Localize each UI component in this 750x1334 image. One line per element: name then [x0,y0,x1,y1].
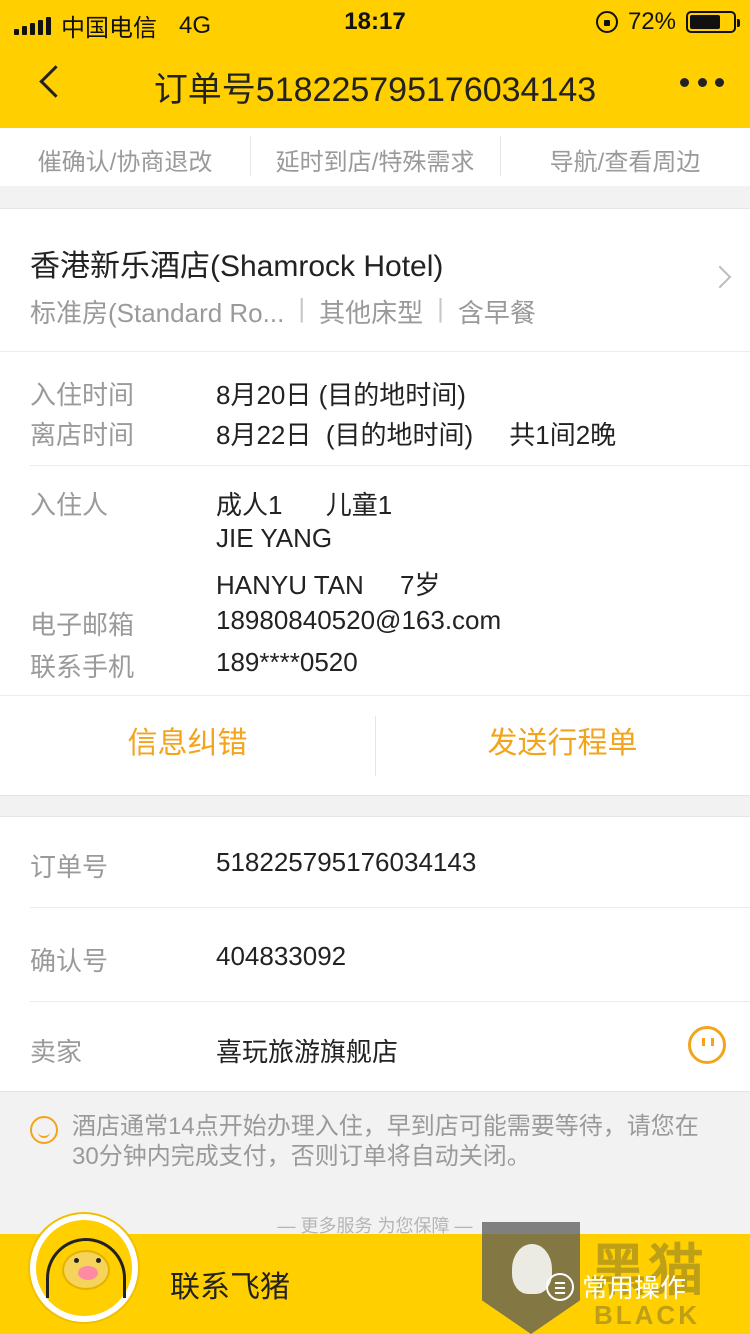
confirm-no-label: 确认号 [30,946,109,976]
divider [30,465,750,466]
send-itinerary-button[interactable]: 发送行程单 [375,718,750,762]
common-operations-label: 常用操作 [582,1273,687,1303]
room-description: 标准房(Standard Ro... | 其他床型 | 含早餐 [30,293,536,330]
chevron-right-icon [708,265,732,289]
hotel-card: 香港新乐酒店(Shamrock Hotel) 标准房(Standard Ro..… [0,208,750,796]
email-label: 电子邮箱 [30,610,135,640]
quick-actions: 催确认/协商退改 延时到店/特殊需求 导航/查看周边 [0,128,750,186]
separator: | [437,293,444,323]
guests-label: 入住人 [30,490,109,520]
correct-info-button[interactable]: 信息纠错 [0,718,375,762]
quick-action-special-request[interactable]: 延时到店/特殊需求 [250,142,500,177]
smile-icon [30,1116,58,1144]
common-operations-button[interactable]: 常用操作 [546,1268,686,1305]
more-dot-icon [680,77,689,87]
action-buttons: 信息纠错 发送行程单 [0,696,750,796]
status-right: 72% [595,8,740,36]
menu-icon [546,1272,574,1301]
header: 中国电信 4G 18:17 72% 订单号518225795176034143 [0,0,750,128]
guest-count: 成人1 儿童1 [216,490,393,520]
checkin-value: 8月20日 (目的地时间) [216,380,466,410]
pig-nose [78,1266,98,1280]
checkin-label: 入住时间 [30,380,135,410]
quick-action-navigation[interactable]: 导航/查看周边 [500,142,750,177]
seller-row[interactable]: 卖家 喜玩旅游旗舰店 [0,1002,750,1092]
checkout-label: 离店时间 [30,420,135,450]
quick-action-confirm[interactable]: 催确认/协商退改 [0,142,250,177]
more-dot-icon [697,77,707,87]
order-card: 订单号 518225795176034143 确认号 404833092 卖家 … [0,816,750,1092]
separator: | [298,293,306,323]
divider [30,907,750,908]
page-title: 订单号518225795176034143 [153,71,597,109]
contact-fliggy-button[interactable]: 联系飞猪 [170,1262,290,1306]
breakfast: 含早餐 [457,298,536,328]
guest-name-1: JIE YANG [216,523,333,553]
order-no-value: 518225795176034143 [216,847,477,877]
more-button[interactable] [680,72,724,92]
order-no-label: 订单号 [30,852,109,882]
nav-bar: 订单号518225795176034143 [0,40,750,128]
hotel-header[interactable]: 香港新乐酒店(Shamrock Hotel) 标准房(Standard Ro..… [0,209,750,351]
pig-mascot-icon [62,1250,110,1290]
status-bar: 中国电信 4G 18:17 72% [0,0,750,42]
notice-text: 酒店通常14点开始办理入住，早到店可能需要等待，请您在30分钟内完成支付，否则订… [72,1113,699,1170]
pig-eye [96,1258,101,1263]
guest-name-2: HANYU TAN 7岁 [216,570,441,600]
checkin-notice: 酒店通常14点开始办理入住，早到店可能需要等待，请您在30分钟内完成支付，否则订… [30,1112,720,1172]
checkout-value: 8月22日 (目的地时间) 共1间2晚 [216,420,617,450]
battery-icon [686,11,740,33]
email-value: 18980840520@163.com [216,605,502,635]
orientation-lock-icon [595,11,618,33]
battery-fill [690,15,721,29]
pig-eye [74,1258,79,1263]
seller-chat-icon[interactable] [688,1026,726,1064]
room-type: 标准房(Standard Ro... [30,298,285,328]
divider [0,351,750,352]
customer-service-avatar[interactable] [30,1214,138,1322]
hotel-name: 香港新乐酒店(Shamrock Hotel) [30,250,444,283]
seller-label: 卖家 [30,1037,83,1067]
battery-percent: 72% [627,8,676,35]
phone-value: 189****0520 [216,647,358,677]
seller-value: 喜玩旅游旗舰店 [216,1037,399,1067]
bed-type: 其他床型 [319,298,424,328]
more-dot-icon [715,77,724,87]
phone-label: 联系手机 [30,652,135,682]
confirm-no-value: 404833092 [216,941,347,971]
